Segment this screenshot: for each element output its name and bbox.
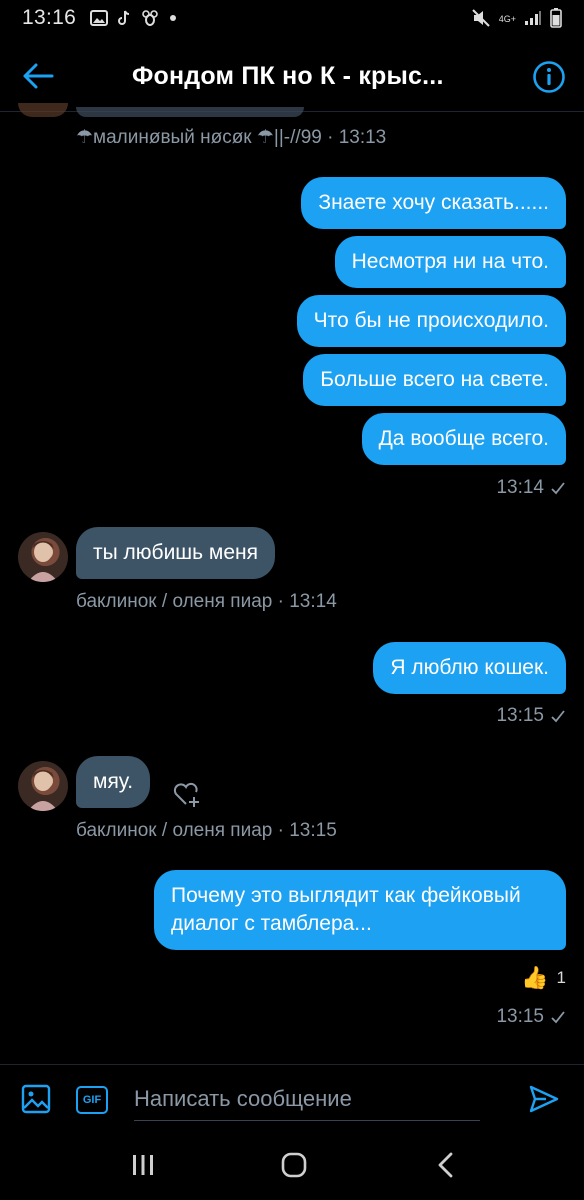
network-icon: 4G+	[499, 9, 516, 27]
signal-icon	[524, 10, 542, 26]
back-button[interactable]	[22, 62, 54, 90]
message-meta: ☂малинøвый нøсøк ☂||-//99 · 13:13	[76, 127, 387, 148]
gif-button[interactable]: GIF	[76, 1086, 108, 1114]
sent-check-icon	[551, 710, 565, 723]
mute-icon	[471, 9, 491, 27]
message-meta: баклинок / оленя пиар · 13:14	[76, 591, 337, 612]
battery-icon	[550, 8, 562, 28]
message-bubble-outgoing[interactable]: Несмотря ни на что.	[334, 236, 566, 288]
status-icons-left	[90, 10, 177, 26]
recent-apps-icon	[133, 1155, 153, 1175]
message-bubble-outgoing[interactable]: Больше всего на свете.	[303, 354, 566, 406]
avatar[interactable]	[18, 532, 68, 582]
add-reaction-button[interactable]	[172, 780, 204, 810]
message-meta: 13:15	[496, 705, 566, 727]
message-bubble-incoming[interactable]: ты любишь меня	[76, 527, 276, 579]
message-list[interactable]: ☂малинøвый нøсøк ☂||-//99 · 13:13 Знаете…	[0, 103, 584, 1063]
dot-icon	[169, 14, 177, 22]
sent-check-icon	[551, 1011, 565, 1024]
message-meta: 13:15	[496, 1006, 566, 1028]
image-icon	[21, 1084, 51, 1114]
chevron-left-icon	[438, 1152, 453, 1178]
thumbs-up-icon: 👍	[521, 965, 549, 990]
message-composer: GIF	[0, 1064, 584, 1130]
image-icon	[90, 10, 109, 26]
heart-plus-icon	[173, 782, 199, 807]
send-icon	[529, 1085, 559, 1113]
message-meta: баклинок / оленя пиар · 13:15	[76, 820, 337, 841]
home-icon	[281, 1152, 307, 1178]
bee-icon	[140, 10, 160, 26]
message-bubble-outgoing[interactable]: Да вообще всего.	[361, 413, 566, 465]
message-time: 13:14	[496, 477, 544, 498]
info-icon	[533, 61, 565, 93]
status-bar: 13:16 4G+	[0, 0, 584, 36]
network-label: 4G+	[498, 14, 516, 24]
conversation-title[interactable]: Фондом ПК но К - крыс...	[132, 62, 444, 91]
home-button[interactable]	[279, 1150, 309, 1180]
avatar[interactable]	[18, 103, 68, 117]
message-bubble-incoming[interactable]: мяу.	[76, 756, 151, 808]
message-bubble-outgoing[interactable]: Что бы не происходило.	[296, 295, 566, 347]
message-time: 13:15	[496, 705, 544, 726]
avatar[interactable]	[18, 761, 68, 811]
message-bubble-outgoing[interactable]: Знаете хочу сказать......	[301, 177, 566, 229]
system-back-button[interactable]	[432, 1150, 462, 1180]
media-button[interactable]	[20, 1083, 52, 1115]
sent-check-icon	[551, 482, 565, 495]
status-icons-right: 4G+	[471, 8, 562, 28]
system-nav-bar	[0, 1130, 584, 1200]
reaction-badge[interactable]: 👍 1	[521, 965, 566, 991]
message-bubble-outgoing[interactable]: Я люблю кошек.	[373, 642, 566, 694]
back-arrow-icon	[23, 63, 54, 89]
tiktok-icon	[117, 10, 131, 26]
send-button[interactable]	[528, 1083, 560, 1115]
message-bubble-incoming[interactable]	[76, 107, 304, 117]
message-meta: 13:14	[496, 477, 566, 499]
reaction-count: 1	[556, 968, 566, 987]
conversation-header: Фондом ПК но К - крыс...	[0, 40, 584, 112]
recent-apps-button[interactable]	[128, 1150, 158, 1180]
message-time: 13:15	[496, 1006, 544, 1027]
status-time: 13:16	[22, 6, 77, 29]
message-input[interactable]	[134, 1077, 480, 1121]
message-bubble-outgoing[interactable]: Почему это выглядит как фейковый диалог …	[154, 870, 566, 950]
info-button[interactable]	[532, 60, 566, 94]
